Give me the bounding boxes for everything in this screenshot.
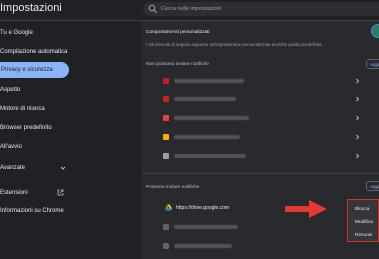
sidebar-item-default-browser[interactable]: Browser predefinito	[0, 120, 95, 136]
site-favicon	[163, 115, 169, 121]
redacted-site-url	[174, 116, 249, 120]
sidebar-item-label: Informazioni su Chrome	[0, 208, 64, 214]
open-in-new-icon	[57, 189, 64, 196]
redacted-site-url	[174, 97, 236, 101]
blocked-section-heading: Non possono inviare notifiche	[146, 62, 209, 67]
main-content: Comportamenti personalizzati I siti elen…	[142, 21, 379, 259]
context-menu: Blocca Modifica Rimuovi	[347, 199, 379, 242]
menu-item-remove[interactable]: Rimuovi	[355, 233, 372, 238]
site-favicon	[163, 134, 169, 140]
sidebar-item-label: Motore di ricerca	[0, 106, 45, 112]
redacted-site-url	[174, 135, 240, 139]
sidebar-item-label: Privacy e sicurezza	[1, 67, 53, 73]
search-box[interactable]	[143, 2, 379, 16]
search-icon	[148, 4, 158, 14]
page-title: Impostazioni	[0, 2, 62, 14]
avatar	[371, 24, 379, 38]
sidebar-item-about-chrome[interactable]: Informazioni su Chrome	[0, 203, 95, 219]
site-url: https://drive.google.com	[176, 205, 230, 211]
sidebar-item-on-startup[interactable]: All'avvio	[0, 139, 95, 155]
blocked-site-row[interactable]	[142, 91, 379, 107]
site-favicon	[163, 96, 169, 102]
site-favicon	[163, 243, 169, 249]
allowed-section-heading: Possono inviare notifiche	[146, 185, 200, 190]
menu-item-block[interactable]: Blocca	[355, 207, 369, 212]
chevron-right-icon	[356, 78, 360, 84]
menu-item-edit[interactable]: Modifica	[355, 220, 373, 225]
add-allowed-site-button[interactable]: Aggiungi	[366, 181, 379, 191]
google-drive-icon	[165, 204, 172, 211]
search-input[interactable]	[161, 2, 361, 16]
sidebar-item-you-and-google[interactable]: Tu e Google	[0, 25, 95, 41]
sidebar-item-advanced[interactable]: Avanzate	[0, 160, 95, 176]
top-bar: Impostazioni	[0, 0, 379, 21]
redacted-site-url	[174, 244, 232, 248]
allowed-site-row[interactable]: https://drive.google.com	[142, 200, 379, 216]
custom-behaviors-title: Comportamenti personalizzati	[146, 30, 210, 35]
add-blocked-site-button[interactable]: Aggiungi	[366, 59, 379, 69]
sidebar-item-extensions[interactable]: Estensioni	[0, 185, 95, 201]
blocked-site-row[interactable]	[142, 148, 379, 164]
sidebar-item-privacy[interactable]: Privacy e sicurezza	[0, 62, 69, 78]
site-favicon	[163, 78, 169, 84]
site-favicon	[163, 224, 169, 230]
chevron-right-icon	[356, 96, 360, 102]
settings-card: Comportamenti personalizzati I siti elen…	[142, 21, 379, 259]
blocked-site-row[interactable]	[142, 73, 379, 89]
chevron-right-icon	[356, 153, 360, 159]
sidebar-item-search-engine[interactable]: Motore di ricerca	[0, 101, 95, 117]
sidebar-item-autofill[interactable]: Compilazione automatica	[0, 44, 95, 60]
sidebar-item-label: Estensioni	[0, 190, 28, 196]
annotation-arrow	[285, 200, 327, 218]
custom-behaviors-description: I siti elencati di seguito seguono un'im…	[146, 42, 322, 47]
sidebar-item-label: Browser predefinito	[0, 125, 52, 131]
blocked-site-row[interactable]	[142, 110, 379, 126]
allowed-site-row[interactable]	[142, 219, 379, 235]
redacted-site-url	[174, 225, 238, 229]
section-divider	[142, 173, 379, 174]
chevron-right-icon	[356, 115, 360, 121]
sidebar-item-label: Tu e Google	[0, 30, 33, 36]
chevron-down-icon	[60, 166, 66, 170]
allowed-site-row[interactable]	[142, 238, 379, 254]
sidebar-item-label: Aspetto	[0, 87, 21, 93]
sidebar: Tu e Google Compilazione automatica Priv…	[0, 21, 100, 259]
chevron-right-icon	[356, 134, 360, 140]
sidebar-item-label: Avanzate	[0, 165, 25, 171]
redacted-site-url	[174, 79, 244, 83]
redacted-site-url	[174, 154, 246, 158]
site-favicon	[163, 153, 169, 159]
sidebar-item-label: Compilazione automatica	[0, 49, 68, 55]
sidebar-item-label: All'avvio	[0, 144, 22, 150]
sidebar-item-appearance[interactable]: Aspetto	[0, 82, 95, 98]
blocked-site-row[interactable]	[142, 129, 379, 145]
